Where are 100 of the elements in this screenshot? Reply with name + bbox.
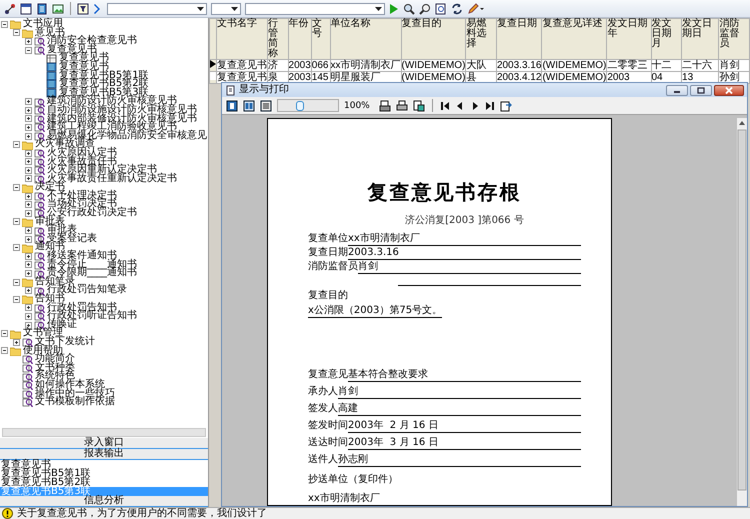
close-button[interactable] <box>714 84 744 96</box>
vertical-scrollbar[interactable] <box>737 118 747 506</box>
tree-item[interactable]: 意见书 <box>35 28 65 38</box>
filter-icon[interactable] <box>77 2 89 14</box>
tree-item[interactable]: 行政处罚告知书 <box>47 304 117 312</box>
sync-icon[interactable] <box>451 2 463 14</box>
first-page-icon[interactable] <box>440 100 450 110</box>
window-icon[interactable] <box>20 2 32 14</box>
section-header[interactable]: 信息分析 <box>0 496 208 507</box>
tree-item[interactable]: 文书管理 <box>23 329 63 338</box>
two-pages-icon[interactable] <box>243 100 255 112</box>
list-item[interactable]: 复查意见书 <box>0 460 208 469</box>
tree-item[interactable]: 文书模板制作依据 <box>35 398 115 407</box>
expand-icon[interactable] <box>25 115 32 122</box>
tree-item[interactable]: 火灾事故责任重新认定决定书 <box>47 174 177 184</box>
expand-icon[interactable] <box>25 98 32 106</box>
minimize-button[interactable] <box>666 84 688 96</box>
tree-item[interactable]: 行政处罚告知笔录 <box>47 286 127 295</box>
multi-page-icon[interactable] <box>260 100 272 112</box>
expand-icon[interactable] <box>25 210 32 217</box>
collapse-icon[interactable] <box>13 29 20 36</box>
collapse-icon[interactable] <box>25 46 32 54</box>
horizontal-scrollbar[interactable] <box>2 428 206 437</box>
expand-icon[interactable] <box>25 150 32 157</box>
magnifier-document-icon <box>34 105 45 116</box>
list-item[interactable]: 复查意见书B5第2联 <box>0 478 208 487</box>
expand-icon[interactable] <box>25 304 32 312</box>
dropdown[interactable] <box>211 2 241 14</box>
collapse-icon[interactable] <box>13 218 20 226</box>
list-item[interactable]: 复查意见书B5第1联 <box>0 469 208 478</box>
expand-icon[interactable] <box>25 132 32 140</box>
expand-icon[interactable] <box>25 252 32 260</box>
tree-item[interactable]: 公安行政处罚决定书 <box>47 209 137 218</box>
expand-icon[interactable] <box>25 227 32 234</box>
expand-icon[interactable] <box>25 38 32 45</box>
collapse-icon[interactable] <box>1 330 8 338</box>
column-header[interactable]: 单位名称 <box>330 18 402 60</box>
page-copy-icon[interactable] <box>412 100 425 112</box>
column-header[interactable]: 复查日期 <box>496 18 542 60</box>
column-header[interactable]: 复查目的 <box>401 18 466 60</box>
tree-item[interactable]: 审批表 <box>47 226 77 235</box>
tree-item[interactable]: 文书种类 <box>35 364 75 372</box>
maximize-button[interactable] <box>690 84 712 96</box>
print-icon[interactable] <box>396 100 408 112</box>
expand-icon[interactable] <box>13 338 20 346</box>
search-icon[interactable] <box>419 2 431 14</box>
document-icon[interactable] <box>36 2 48 14</box>
tree-item[interactable]: 不予处理决定书 <box>47 192 117 200</box>
slider-thumb[interactable] <box>296 101 304 111</box>
previous-page-icon[interactable] <box>454 100 465 110</box>
single-page-icon[interactable] <box>226 100 238 112</box>
expand-icon[interactable] <box>25 312 32 320</box>
expand-icon[interactable] <box>25 124 32 131</box>
expand-icon[interactable] <box>25 236 32 243</box>
tree-item[interactable]: 审批表 <box>35 218 65 226</box>
expand-icon[interactable] <box>25 261 32 268</box>
pencil-icon[interactable] <box>467 2 485 14</box>
tree-item[interactable]: 火灾原因认定书 <box>47 148 117 158</box>
search-icon[interactable] <box>403 2 415 14</box>
collapse-icon[interactable] <box>1 20 8 28</box>
expand-icon[interactable] <box>25 201 32 208</box>
tree-item[interactable]: 如何操作本系统 <box>35 380 105 390</box>
tree-item[interactable]: 系统特色 <box>35 372 75 381</box>
column-header[interactable]: 年份 <box>288 18 312 60</box>
expand-icon[interactable] <box>25 270 32 278</box>
tree-item[interactable]: 传唤证 <box>47 320 77 330</box>
table-cell: 复查意见书 <box>216 60 268 72</box>
play-icon[interactable] <box>389 2 399 14</box>
expand-icon[interactable] <box>25 192 32 200</box>
expand-icon[interactable] <box>25 106 32 114</box>
tree-item[interactable]: 告知书 <box>35 295 65 304</box>
section-header[interactable]: 录入窗口 <box>0 438 208 449</box>
zoom-slider[interactable] <box>277 99 339 112</box>
collapse-icon[interactable] <box>13 296 20 303</box>
column-header[interactable]: 消防监督员 <box>718 18 750 60</box>
column-header[interactable]: 易燃料选择 <box>466 18 496 60</box>
tree-item[interactable]: 告知笔录 <box>35 278 75 286</box>
expand-icon[interactable] <box>25 166 32 174</box>
page-search-icon[interactable] <box>435 2 447 14</box>
tree-item[interactable]: 功能简介 <box>35 355 75 364</box>
collapse-icon[interactable] <box>13 141 20 148</box>
connect-icon[interactable] <box>4 2 16 14</box>
picture-icon[interactable] <box>52 2 64 14</box>
last-page-icon[interactable] <box>484 100 495 110</box>
expand-icon[interactable] <box>25 175 32 182</box>
table-cell: 大队 <box>466 60 496 72</box>
chevron-right-icon[interactable] <box>93 2 103 14</box>
tree-item[interactable]: 文书下发统计 <box>35 338 95 347</box>
column-header[interactable]: 行管简称 <box>268 18 288 60</box>
tree-item[interactable]: 火灾事故责任书 <box>47 158 117 166</box>
section-header[interactable]: 报表输出 <box>0 449 208 460</box>
expand-icon[interactable] <box>25 287 32 294</box>
collapse-icon[interactable] <box>13 184 20 192</box>
collapse-icon[interactable] <box>1 347 8 354</box>
collapse-icon[interactable] <box>13 244 20 252</box>
collapse-icon[interactable] <box>13 278 20 286</box>
tree-item[interactable]: 易燃易爆化学物品消防安全审核意见 <box>47 132 207 140</box>
print-setup-icon[interactable] <box>378 100 391 112</box>
expand-icon[interactable] <box>25 158 32 166</box>
export-icon[interactable] <box>500 100 512 112</box>
